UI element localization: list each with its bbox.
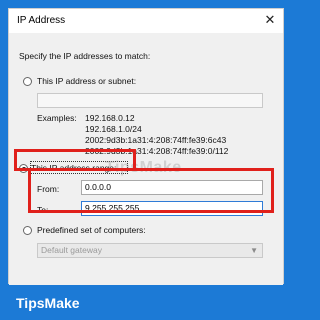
watermark: TipsMake — [105, 159, 182, 176]
range-radio[interactable] — [19, 164, 28, 173]
predefined-select-value: Default gateway — [41, 245, 102, 255]
close-icon[interactable]: ✕ — [259, 11, 281, 29]
to-label: To: — [37, 205, 49, 215]
ip-address-dialog: IP Address ✕ Specify the IP addresses to… — [8, 8, 284, 285]
from-label: From: — [37, 184, 60, 194]
example-value: 192.168.1.0/24 — [85, 124, 142, 134]
title-bar: IP Address ✕ — [9, 9, 283, 33]
examples-label: Examples: — [37, 113, 77, 123]
example-value: 2002:9d3b:1a31:4:208:74ff:fe39:6c43 — [85, 135, 227, 145]
chevron-down-icon: ▼ — [250, 246, 258, 255]
brand-logo-text: TipsMake — [16, 295, 80, 311]
example-value: 2002:9d3b:1a31:4:208:74ff:fe39:0/112 — [85, 146, 229, 156]
range-radio-label[interactable]: This IP address range: — [31, 163, 116, 173]
subnet-input[interactable] — [37, 93, 263, 108]
predefined-radio[interactable] — [23, 226, 32, 235]
instruction-text: Specify the IP addresses to match: — [19, 51, 151, 61]
dialog-title: IP Address — [17, 15, 66, 26]
to-input[interactable]: 9.255.255.255 — [81, 201, 263, 216]
subnet-radio-label[interactable]: This IP address or subnet: — [37, 76, 136, 86]
example-value: 192.168.0.12 — [85, 113, 135, 123]
predefined-select[interactable]: Default gateway ▼ — [37, 243, 263, 258]
from-input[interactable]: 0.0.0.0 — [81, 180, 263, 195]
predefined-radio-label[interactable]: Predefined set of computers: — [37, 225, 146, 235]
subnet-radio[interactable] — [23, 77, 32, 86]
